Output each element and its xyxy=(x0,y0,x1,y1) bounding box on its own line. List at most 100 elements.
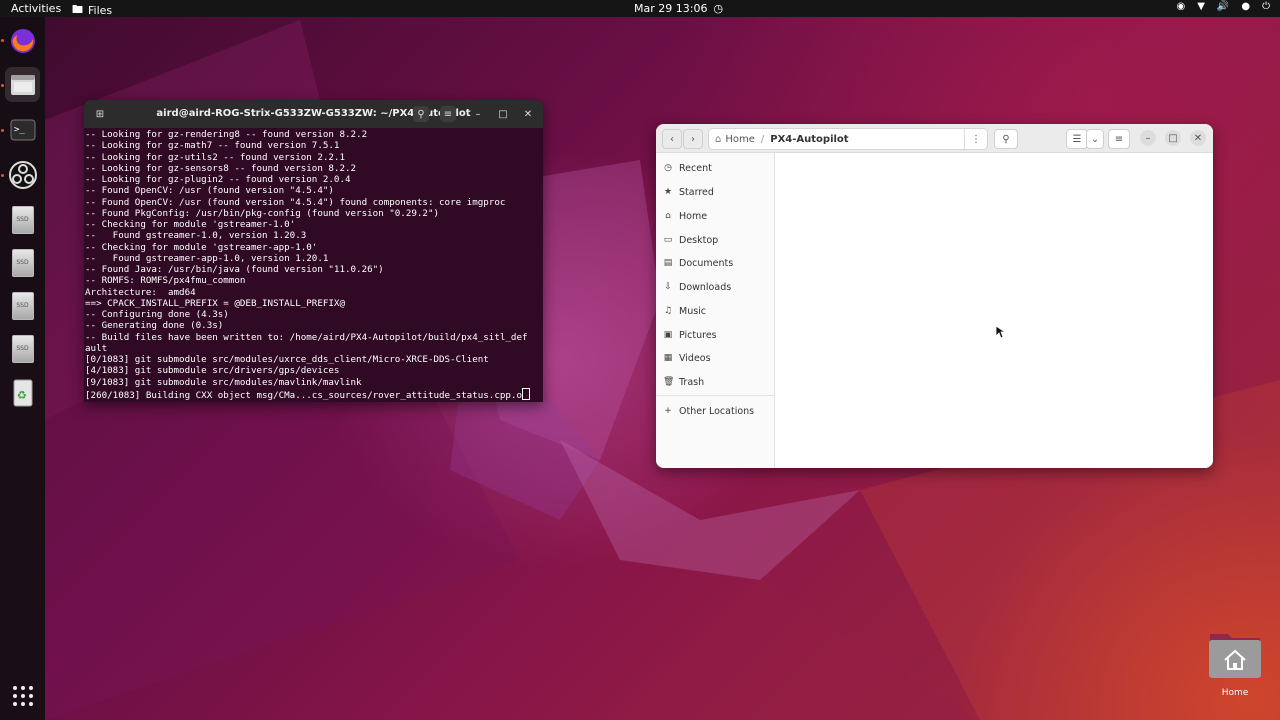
path-current[interactable]: PX4-Autopilot xyxy=(770,134,848,145)
sidebar-item-home[interactable]: ⌂ Home xyxy=(663,207,707,225)
minimize-icon[interactable]: – xyxy=(470,106,486,122)
search-icon[interactable]: ⚲ xyxy=(413,106,429,122)
files-window[interactable]: ‹ › ⌂ Home / PX4-Autopilot ⋮ ⚲ ☰ ⌄ ≡ – □… xyxy=(656,124,1213,468)
sidebar-item-pictures[interactable]: ▣ Pictures xyxy=(663,326,717,344)
sidebar-item-label: Starred xyxy=(679,186,714,198)
sidebar-item-downloads[interactable]: ⇩ Downloads xyxy=(663,278,731,296)
path-bar[interactable]: ⌂ Home / PX4-Autopilot ⋮ xyxy=(708,128,988,150)
forward-button[interactable]: › xyxy=(683,129,703,149)
mouse-pointer xyxy=(995,325,1005,339)
terminal-window[interactable]: ⊞ aird@aird-ROG-Strix-G533ZW-G533ZW: ~/P… xyxy=(84,100,543,402)
plus-icon: + xyxy=(664,406,672,416)
running-indicator xyxy=(1,174,4,177)
sidebar-item-label: Desktop xyxy=(679,234,719,246)
sidebar-item-label: Recent xyxy=(679,162,712,174)
drive-icon[interactable]: SSD xyxy=(5,202,40,237)
terminal-line: -- Found gstreamer-app-1.0, version 1.20… xyxy=(85,252,329,264)
drive-icon[interactable]: SSD xyxy=(5,331,40,366)
maximize-icon[interactable]: □ xyxy=(495,106,511,122)
terminal-line: [4/1083] git submodule src/drivers/gps/d… xyxy=(85,365,340,377)
terminal-line: -- Looking for gz-plugin2 -- found versi… xyxy=(85,174,351,185)
sidebar-item-music[interactable]: ♫ Music xyxy=(663,302,706,320)
trash-icon[interactable]: ♻ xyxy=(5,375,40,410)
sidebar-item-label: Downloads xyxy=(679,281,732,293)
clock[interactable]: Mar 29 13:06 ◷ xyxy=(634,2,723,15)
list-view-icon[interactable]: ☰ xyxy=(1066,129,1088,149)
terminal-icon[interactable]: >_ xyxy=(5,112,40,147)
terminal-header[interactable]: ⊞ aird@aird-ROG-Strix-G533ZW-G533ZW: ~/P… xyxy=(84,100,543,128)
home-icon: ⌂ xyxy=(715,133,722,145)
search-icon[interactable]: ⚲ xyxy=(994,129,1018,149)
firefox-icon[interactable] xyxy=(5,23,40,58)
sidebar-item-other-locations[interactable]: + Other Locations xyxy=(663,402,754,420)
terminal-line: -- Found gstreamer-1.0, version 1.20.3 xyxy=(85,230,307,242)
drive-label: SSD xyxy=(11,291,34,320)
folder-icon: 🖿 xyxy=(72,3,83,16)
terminal-line: ault xyxy=(85,342,108,354)
terminal-line: [9/1083] git submodule src/modules/mavli… xyxy=(85,376,362,388)
clock-icon: ◷ xyxy=(664,163,672,173)
network-icon: ▼ xyxy=(1197,1,1205,12)
app-menu-button[interactable]: 🖿 Files xyxy=(72,1,112,20)
system-tray[interactable]: ◉ ▼ 🔊 ● ⏻ xyxy=(1176,1,1270,12)
show-applications-icon[interactable] xyxy=(5,678,40,713)
terminal-cursor xyxy=(521,387,530,400)
close-icon[interactable]: ✕ xyxy=(1190,130,1206,146)
obs-icon[interactable] xyxy=(5,157,40,192)
files-header[interactable]: ‹ › ⌂ Home / PX4-Autopilot ⋮ ⚲ ☰ ⌄ ≡ – □… xyxy=(656,124,1213,153)
desktop-home-folder[interactable]: Home xyxy=(1208,628,1262,698)
sidebar-item-desktop[interactable]: ▭ Desktop xyxy=(663,231,718,249)
back-button[interactable]: ‹ xyxy=(662,129,682,149)
path-home[interactable]: Home xyxy=(725,134,755,145)
terminal-line: -- Build files have been written to: /ho… xyxy=(85,331,528,343)
terminal-line: -- Looking for gz-sensors8 -- found vers… xyxy=(85,162,357,174)
star-icon: ★ xyxy=(663,187,673,197)
close-icon[interactable]: ✕ xyxy=(520,106,536,122)
terminal-line: -- Generating done (0.3s) xyxy=(85,320,224,332)
top-bar: Activities 🖿 Files Mar 29 13:06 ◷ ◉ ▼ 🔊 … xyxy=(0,0,1280,17)
power-icon: ⏻ xyxy=(1262,1,1270,12)
path-separator: / xyxy=(760,133,765,145)
obs-tray-icon: ◉ xyxy=(1176,1,1186,12)
download-icon: ⇩ xyxy=(664,282,672,292)
drive-label: SSD xyxy=(11,205,34,234)
files-icon[interactable] xyxy=(5,67,40,102)
menu-icon[interactable]: ≡ xyxy=(440,106,456,122)
drive-icon[interactable]: SSD xyxy=(5,245,40,280)
drive-label: SSD xyxy=(11,334,34,363)
sidebar-item-videos[interactable]: ▦ Videos xyxy=(663,349,711,367)
sidebar-item-trash[interactable]: 🗑 Trash xyxy=(663,373,704,391)
running-indicator xyxy=(1,84,4,87)
chevron-down-icon[interactable]: ⌄ xyxy=(1086,129,1104,149)
dock: >_ SSD SSD SSD SSD ♻ xyxy=(0,17,45,720)
sidebar-item-label: Trash xyxy=(679,376,705,388)
music-icon: ♫ xyxy=(663,306,673,316)
sidebar-item-recent[interactable]: ◷ Recent xyxy=(663,159,712,177)
volume-icon: 🔊 xyxy=(1216,1,1230,12)
more-options-icon[interactable]: ⋮ xyxy=(964,129,987,149)
menu-icon[interactable]: ≡ xyxy=(1108,129,1130,149)
terminal-line: -- Looking for gz-rendering8 -- found ve… xyxy=(85,129,368,140)
trash-icon: 🗑 xyxy=(663,377,675,387)
home-icon: ⌂ xyxy=(665,211,671,221)
terminal-line: -- Found Java: /usr/bin/java (found vers… xyxy=(85,264,384,275)
home-folder-icon xyxy=(1209,634,1261,678)
drive-icon[interactable]: SSD xyxy=(5,288,40,323)
terminal-line: -- Checking for module 'gstreamer-1.0' xyxy=(85,219,296,230)
terminal-line: -- Looking for gz-math7 -- found version… xyxy=(85,140,340,152)
file-view[interactable] xyxy=(775,153,1213,468)
terminal-output[interactable]: -- Looking for gz-rendering8 -- found ve… xyxy=(84,128,543,401)
terminal-line: ==> CPACK_INSTALL_PREFIX = @DEB_INSTALL_… xyxy=(85,297,345,309)
microphone-icon: ● xyxy=(1241,1,1251,12)
terminal-line: [0/1083] git submodule src/modules/uxrce… xyxy=(85,354,489,365)
sidebar-item-documents[interactable]: ▤ Documents xyxy=(663,254,733,272)
activities-button[interactable]: Activities xyxy=(11,2,61,15)
sidebar-item-starred[interactable]: ★ Starred xyxy=(663,183,714,201)
minimize-icon[interactable]: – xyxy=(1140,130,1156,146)
running-indicator xyxy=(1,39,4,42)
videos-icon: ▦ xyxy=(663,353,673,363)
terminal-line: [260/1083] Building CXX object msg/CMa..… xyxy=(85,389,522,401)
maximize-icon[interactable]: □ xyxy=(1165,130,1181,146)
drive-label: SSD xyxy=(11,248,34,277)
alarm-icon: ◷ xyxy=(713,2,724,15)
